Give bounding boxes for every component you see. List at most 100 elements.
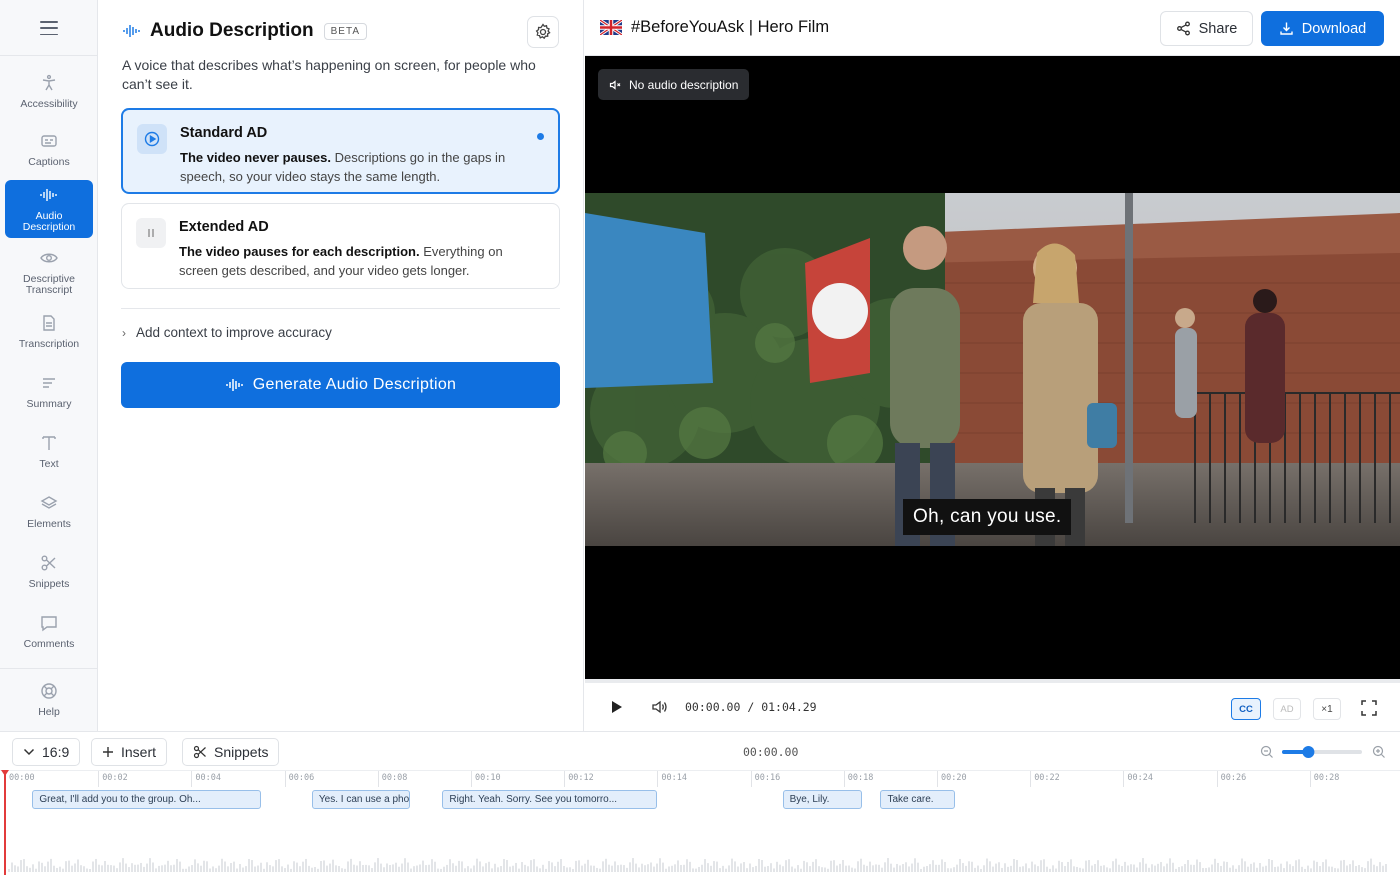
waveform-bar (707, 863, 709, 872)
caption-clip[interactable]: Bye, Lily. (782, 790, 862, 809)
waveform-bar (32, 864, 34, 872)
option-extended-ad[interactable]: Extended AD The video pauses for each de… (121, 203, 560, 289)
uk-flag-icon[interactable] (600, 20, 622, 35)
waveform-bar (1277, 866, 1279, 872)
sidebar-item-text[interactable]: Text (5, 422, 93, 480)
waveform-bar (332, 859, 334, 872)
caption-clip[interactable]: Right. Yeah. Sorry. See you tomorro... (442, 790, 657, 809)
add-context-toggle[interactable]: › Add context to improve accuracy (122, 325, 332, 340)
zoom-slider-knob[interactable] (1302, 746, 1315, 758)
waveform-bar (638, 867, 640, 872)
hamburger-menu-icon[interactable] (38, 18, 60, 38)
waveform-bar (569, 867, 571, 872)
waveform-bar (503, 859, 505, 872)
waveform-bar (341, 868, 343, 872)
timeline: 16:9 Insert Snippets 00:00.00 00:00 00:02… (0, 731, 1400, 875)
sidebar-item-help[interactable]: Help (5, 670, 93, 728)
waveform-bar (407, 862, 409, 872)
share-button[interactable]: Share (1160, 11, 1253, 46)
option-standard-ad[interactable]: Standard AD The video never pauses. Desc… (121, 108, 560, 194)
sidebar-item-elements[interactable]: Elements (5, 482, 93, 540)
zoom-control[interactable] (1260, 744, 1388, 760)
waveform-bar (413, 866, 415, 872)
zoom-out-icon[interactable] (1260, 745, 1273, 758)
settings-button[interactable] (527, 16, 559, 48)
waveform-bar (566, 867, 568, 872)
playhead[interactable] (1, 770, 9, 875)
waveform-bar (275, 860, 277, 872)
waveform-bar (485, 863, 487, 872)
waveform-bar (1166, 863, 1168, 872)
caption-clip[interactable]: Great, I'll add you to the group. Oh... (32, 790, 261, 809)
sidebar-item-captions[interactable]: Captions (5, 120, 93, 178)
waveform-bar (506, 860, 508, 872)
insert-button[interactable]: Insert (91, 738, 168, 766)
waveform-bar (389, 865, 391, 872)
zoom-in-icon[interactable] (1372, 745, 1385, 758)
waveform-bar (350, 858, 352, 872)
waveform-bar (1061, 862, 1063, 872)
generate-audio-description-button[interactable]: Generate Audio Description (121, 362, 560, 408)
waveform-bar (866, 865, 868, 872)
waveform-bar (1148, 867, 1150, 872)
waveform-bar (1355, 866, 1357, 872)
accessibility-icon (39, 73, 59, 93)
waveform-bar (776, 861, 778, 872)
waveform-bar (872, 865, 874, 872)
aspect-ratio-dropdown[interactable]: 16:9 (12, 738, 81, 766)
waveform-bar (953, 867, 955, 872)
waveform-bar (1337, 868, 1339, 872)
timeline-ruler[interactable]: 00:00 00:02 00:04 00:06 00:08 00:10 00:12 00:14… (0, 770, 1400, 787)
waveform-bar (329, 863, 331, 872)
ad-status-pill[interactable]: No audio description (598, 69, 750, 100)
waveform-bar (377, 858, 379, 872)
waveform-bar (1172, 862, 1174, 872)
sidebar-item-snippets[interactable]: Snippets (5, 542, 93, 600)
waveform-bar (353, 864, 355, 872)
waveform-bar (839, 863, 841, 872)
waveform-bar (107, 864, 109, 872)
waveform-bar (1121, 866, 1123, 872)
waveform-bar (293, 861, 295, 872)
waveform-bar (425, 865, 427, 872)
playback-speed-button[interactable]: ×1 (1313, 698, 1341, 720)
sidebar-item-accessibility[interactable]: Accessibility (5, 62, 93, 120)
share-label: Share (1198, 20, 1238, 37)
waveform-bar (1109, 868, 1111, 872)
waveform-bar (587, 859, 589, 872)
volume-icon[interactable] (651, 699, 669, 715)
sidebar-item-descriptive-transcript[interactable]: Descriptive Transcript (5, 243, 93, 301)
waveform-bar (986, 858, 988, 872)
sidebar-item-audio-description[interactable]: Audio Description (5, 180, 93, 238)
waveform-bar (149, 858, 151, 872)
play-icon[interactable] (611, 700, 623, 714)
sidebar-item-transcription[interactable]: Transcription (5, 302, 93, 360)
audio-description-toggle[interactable]: AD (1273, 698, 1301, 720)
waveform-bar (1280, 863, 1282, 872)
sidebar-item-summary[interactable]: Summary (5, 362, 93, 420)
caption-clip[interactable]: Yes. I can use a phone. (311, 790, 410, 809)
waveform-bar (29, 867, 31, 872)
waveform-bar (1307, 865, 1309, 872)
download-icon (1280, 22, 1293, 35)
waveform-bar (1232, 865, 1234, 872)
option-title: Standard AD (180, 125, 268, 141)
waveform-bar (656, 863, 658, 872)
snippets-button[interactable]: Snippets (182, 738, 280, 766)
captions-toggle[interactable]: CC (1231, 698, 1261, 720)
video-player[interactable]: No audio description Oh, can you use. (585, 56, 1400, 679)
waveform-bar (911, 863, 913, 872)
waveform-bar (122, 858, 124, 872)
waveform-bar (1304, 868, 1306, 872)
caption-clip[interactable]: Take care. (880, 790, 955, 809)
waveform-bar (947, 868, 949, 872)
waveform-bar (602, 861, 604, 872)
sidebar-item-comments[interactable]: Comments (5, 602, 93, 660)
waveform-bar (1037, 866, 1039, 872)
waveform-bar (470, 868, 472, 872)
waveform-bar (1046, 866, 1048, 872)
waveform-bar (932, 860, 934, 872)
waveform-bar (203, 860, 205, 872)
download-button[interactable]: Download (1261, 11, 1384, 46)
fullscreen-icon[interactable] (1361, 700, 1377, 716)
